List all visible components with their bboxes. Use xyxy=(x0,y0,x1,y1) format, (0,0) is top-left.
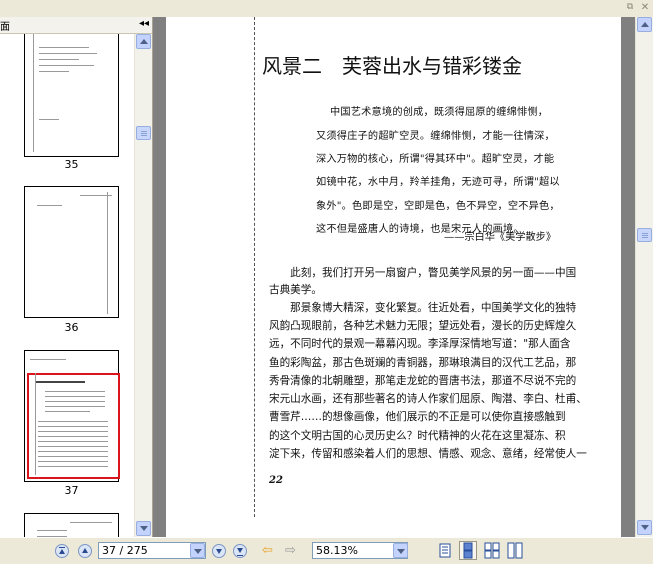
pages-panel: 面 ◂◂ 35 36 37 xyxy=(0,17,153,537)
page-dropdown-button[interactable] xyxy=(190,543,205,558)
thumbnail-label-37: 37 xyxy=(64,484,79,497)
page-number: 22 xyxy=(269,475,283,486)
document-scrollbar[interactable] xyxy=(635,17,653,537)
epigraph-line: 如镜中花，水中月，羚羊挂角，无迹可寻，所谓"超以 xyxy=(316,177,560,188)
document-view: 风景二 芙蓉出水与错彩镂金 中国艺术意境的创成，既须得屈原的缠绵悱恻， 又须得庄子… xyxy=(153,17,635,537)
epigraph-source: ——宗白华《美学散步》 xyxy=(444,232,557,243)
body-text-line: 宋元山水画，还有那些著名的诗人作家们屈原、陶潜、李白、杜甫、 xyxy=(269,393,587,405)
facing-pages-view-icon[interactable] xyxy=(483,541,501,560)
body-text-line: 古典美学。 xyxy=(269,284,322,296)
thumbnail-label-36: 36 xyxy=(64,321,79,334)
body-text-line: 风韵凸现眼前，各种艺术魅力无限；望远处看，漫长的历史辉煌久 xyxy=(269,320,577,332)
restore-icon[interactable]: ⧉ xyxy=(625,3,635,12)
document-page: 风景二 芙蓉出水与错彩镂金 中国艺术意境的创成，既须得屈原的缠绵悱恻， 又须得庄子… xyxy=(166,17,621,537)
navigation-bar: 37 / 275 ⇦ ⇨ 58.13% xyxy=(0,537,653,564)
first-page-button[interactable] xyxy=(55,544,69,558)
collapse-panel-icon[interactable]: ◂◂ xyxy=(139,18,149,29)
top-strip: ⧉ ✕ xyxy=(0,0,653,18)
last-page-button[interactable] xyxy=(233,544,247,558)
thumbnail-list: 35 36 37 xyxy=(0,34,133,537)
next-page-button[interactable] xyxy=(212,544,226,558)
body-text-line: 淀下来，传留和感染着人们的思想、情感、观念、意绪，经常使人一 xyxy=(269,448,587,460)
panel-header: 面 ◂◂ xyxy=(0,17,152,34)
continuous-view-icon[interactable] xyxy=(459,541,477,560)
page-gutter-line xyxy=(254,17,256,517)
thumbnail-page-35[interactable] xyxy=(24,34,119,157)
body-text-line: 秀骨清像的北朝雕塑，那笔走龙蛇的晋唐书法，那道不尽说不完的 xyxy=(269,375,577,387)
document-scroll-down-button[interactable] xyxy=(637,520,652,535)
body-text-line: 的这个文明古国的心灵历史么？时代精神的火花在这里凝冻、积 xyxy=(269,430,566,442)
panel-title: 面 xyxy=(0,22,10,33)
forward-arrow-icon[interactable]: ⇨ xyxy=(285,544,296,557)
panel-scrollbar[interactable] xyxy=(134,34,152,537)
body-text-line: 远，不同时代的景观一幕幕闪现。李泽厚深情地写道："那人面含 xyxy=(269,338,571,350)
epigraph-line: 象外"。色即是空，空即是色，色不异空，空不异色， xyxy=(316,201,560,212)
thumbnail-page-36[interactable] xyxy=(24,186,119,318)
epigraph-line: 又须得庄子的超旷空灵。缠绵悱恻，才能一往情深， xyxy=(316,131,555,142)
single-page-view-icon[interactable] xyxy=(436,541,454,560)
previous-page-button[interactable] xyxy=(78,544,92,558)
body-text-line: 曹雪芹……的想像画像，他们展示的不正是可以使你直接感触到 xyxy=(269,411,566,423)
chapter-title: 风景二 芙蓉出水与错彩镂金 xyxy=(262,50,522,79)
epigraph-line: 中国艺术意境的创成，既须得屈原的缠绵悱恻， xyxy=(330,107,549,118)
body-text-line: 鱼的彩陶盆，那古色斑斓的青铜器，那琳琅满目的汉代工艺品，那 xyxy=(269,357,577,369)
back-arrow-icon[interactable]: ⇦ xyxy=(262,544,273,557)
panel-scroll-down-button[interactable] xyxy=(136,521,151,536)
document-scroll-up-button[interactable] xyxy=(637,17,652,32)
document-scroll-thumb[interactable] xyxy=(637,228,652,242)
thumbnail-page-37[interactable] xyxy=(24,350,120,482)
body-text-line: 那景象博大精深，变化繁复。往近处看，中国美学文化的独特 xyxy=(269,302,577,314)
zoom-dropdown-button[interactable] xyxy=(393,543,408,558)
panel-scroll-thumb[interactable] xyxy=(136,126,151,140)
body-text-line: 此刻，我们打开另一扇窗户，瞥见美学风景的另一面——中国 xyxy=(269,267,577,279)
epigraph-line: 深入万物的核心，所谓"得其环中"。超旷空灵，才能 xyxy=(316,154,555,165)
thumbnail-page-38[interactable] xyxy=(24,513,119,537)
chapter-name: 芙蓉出水与错彩镂金 xyxy=(342,54,522,78)
close-icon[interactable]: ✕ xyxy=(640,3,650,13)
continuous-facing-view-icon[interactable] xyxy=(506,541,524,560)
panel-scroll-up-button[interactable] xyxy=(136,34,151,49)
thumbnail-label-35: 35 xyxy=(64,158,79,171)
chapter-number: 风景二 xyxy=(262,54,322,78)
